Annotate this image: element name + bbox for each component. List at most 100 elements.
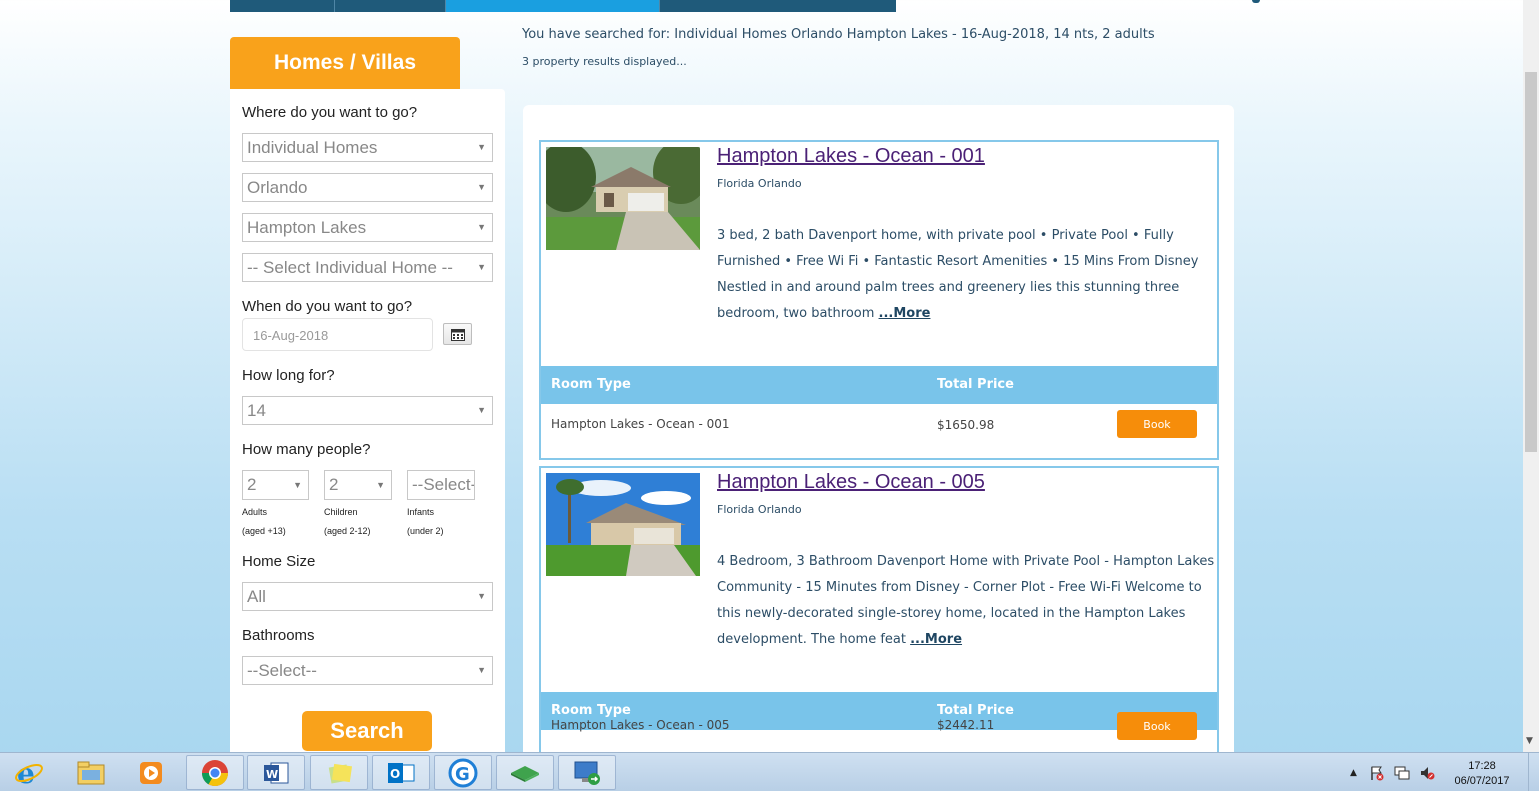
- word-icon: W: [264, 762, 289, 783]
- individual-home-select[interactable]: -- Select Individual Home -- ▼: [242, 253, 493, 282]
- nav-decoration: [1252, 0, 1260, 3]
- file-explorer-icon: [77, 761, 105, 784]
- date-input[interactable]: 16-Aug-2018: [242, 318, 433, 351]
- nav-tab-4[interactable]: [660, 0, 896, 12]
- infants-select[interactable]: --Select--: [407, 470, 475, 500]
- taskbar-chrome[interactable]: [186, 755, 244, 790]
- infants-age-note: (under 2): [407, 526, 444, 536]
- calendar-button[interactable]: [443, 323, 472, 345]
- property-description-text: 4 Bedroom, 3 Bathroom Davenport Home wit…: [717, 554, 1215, 647]
- calendar-icon: [450, 328, 465, 341]
- dropdown-arrow-icon: ▼: [477, 222, 486, 232]
- property-photo[interactable]: [546, 473, 700, 576]
- show-desktop-button[interactable]: [1528, 753, 1539, 791]
- adults-value: 2: [247, 475, 257, 494]
- media-player-icon: [140, 761, 162, 784]
- taskbar-sticky-notes[interactable]: [310, 755, 368, 790]
- total-price-header: Total Price: [937, 703, 1014, 718]
- book-button[interactable]: Book: [1117, 410, 1197, 438]
- search-summary: You have searched for: Individual Homes …: [522, 27, 1155, 42]
- resort-value: Hampton Lakes: [247, 218, 367, 237]
- price-cell: $2442.11: [937, 718, 995, 732]
- system-tray: ▲: [1350, 753, 1435, 791]
- taskbar-g-app[interactable]: G: [434, 755, 492, 790]
- dropdown-arrow-icon: ▼: [477, 182, 486, 192]
- nav-tab-1[interactable]: [230, 0, 335, 12]
- property-description: 3 bed, 2 bath Davenport home, with priva…: [717, 223, 1219, 327]
- accommodation-type-select[interactable]: Individual Homes ▼: [242, 133, 493, 162]
- property-card: Hampton Lakes - Ocean - 005 Florida Orla…: [539, 466, 1219, 784]
- room-type-cell: Hampton Lakes - Ocean - 005: [551, 718, 730, 732]
- taskbar-network-app[interactable]: [496, 755, 554, 790]
- scroll-down-arrow-icon[interactable]: ▼: [1526, 736, 1533, 746]
- homes-villas-tab[interactable]: Homes / Villas: [230, 37, 460, 89]
- taskbar-ie[interactable]: e: [0, 755, 58, 790]
- infants-label: Infants: [407, 507, 435, 517]
- network-tray-icon[interactable]: [1393, 765, 1411, 781]
- nav-tab-active[interactable]: [446, 0, 660, 12]
- book-button[interactable]: Book: [1117, 712, 1197, 740]
- home-size-label: Home Size: [242, 553, 316, 570]
- dropdown-arrow-icon: ▼: [477, 591, 486, 601]
- total-price-header: Total Price: [937, 377, 1014, 392]
- infants-value: --Select--: [412, 475, 475, 494]
- room-type-cell: Hampton Lakes - Ocean - 001: [551, 417, 730, 431]
- search-button[interactable]: Search: [302, 711, 432, 751]
- property-title-link[interactable]: Hampton Lakes - Ocean - 001: [717, 145, 985, 168]
- nights-select[interactable]: 14 ▼: [242, 396, 493, 425]
- room-type-header: Room Type: [551, 377, 631, 392]
- more-link[interactable]: ...More: [879, 306, 931, 321]
- more-link[interactable]: ...More: [910, 632, 962, 647]
- scrollbar-thumb[interactable]: [1525, 72, 1537, 452]
- results-count: 3 property results displayed...: [522, 55, 687, 68]
- when-label: When do you want to go?: [242, 298, 413, 315]
- volume-muted-icon[interactable]: [1419, 765, 1435, 781]
- property-location: Florida Orlando: [717, 503, 802, 516]
- home-size-select[interactable]: All ▼: [242, 582, 493, 611]
- property-title-link[interactable]: Hampton Lakes - Ocean - 005: [717, 471, 985, 494]
- adults-age-note: (aged +13): [242, 526, 286, 536]
- adults-select[interactable]: 2 ▼: [242, 470, 309, 500]
- dropdown-arrow-icon: ▼: [477, 262, 486, 272]
- how-long-label: How long for?: [242, 367, 335, 384]
- property-description: 4 Bedroom, 3 Bathroom Davenport Home wit…: [717, 549, 1219, 653]
- bathrooms-label: Bathrooms: [242, 627, 315, 644]
- taskbar-remote-desktop[interactable]: [558, 755, 616, 790]
- people-label: How many people?: [242, 441, 371, 458]
- dropdown-arrow-icon: ▼: [376, 480, 385, 490]
- region-value: Orlando: [247, 178, 308, 197]
- region-select[interactable]: Orlando ▼: [242, 173, 493, 202]
- individual-home-value: -- Select Individual Home --: [247, 258, 453, 277]
- dropdown-arrow-icon: ▼: [477, 665, 486, 675]
- room-row: Hampton Lakes - Ocean - 001 $1650.98 Boo…: [541, 404, 1217, 458]
- children-select[interactable]: 2 ▼: [324, 470, 392, 500]
- adults-label: Adults: [242, 507, 268, 517]
- page-scrollbar[interactable]: ▼: [1523, 0, 1539, 752]
- clock-time: 17:28: [1468, 760, 1496, 772]
- resort-select[interactable]: Hampton Lakes ▼: [242, 213, 493, 242]
- property-location: Florida Orlando: [717, 177, 802, 190]
- outlook-icon: O: [388, 762, 415, 783]
- taskbar-outlook[interactable]: O: [372, 755, 430, 790]
- internet-explorer-icon: e: [15, 758, 43, 788]
- dropdown-arrow-icon: ▼: [477, 405, 486, 415]
- top-nav: [230, 0, 896, 12]
- chrome-icon: [201, 759, 229, 786]
- action-center-flag-icon[interactable]: [1369, 765, 1385, 781]
- price-cell: $1650.98: [937, 418, 995, 432]
- room-table-header: Room Type Total Price: [541, 366, 1217, 404]
- svg-text:O: O: [390, 767, 400, 781]
- sticky-notes-icon: [328, 763, 353, 783]
- taskbar-clock[interactable]: 17:28 06/07/2017: [1452, 759, 1512, 789]
- nights-value: 14: [247, 401, 266, 420]
- children-age-note: (aged 2-12): [324, 526, 371, 536]
- bathrooms-select[interactable]: --Select-- ▼: [242, 656, 493, 685]
- taskbar-explorer[interactable]: [62, 755, 120, 790]
- property-photo[interactable]: [546, 147, 700, 250]
- nav-tab-2[interactable]: [335, 0, 446, 12]
- network-app-icon: [511, 765, 539, 782]
- taskbar-word[interactable]: W: [247, 755, 305, 790]
- g-app-icon: G: [448, 758, 478, 787]
- taskbar-media[interactable]: [122, 755, 180, 790]
- tray-expand-icon[interactable]: ▲: [1350, 768, 1357, 778]
